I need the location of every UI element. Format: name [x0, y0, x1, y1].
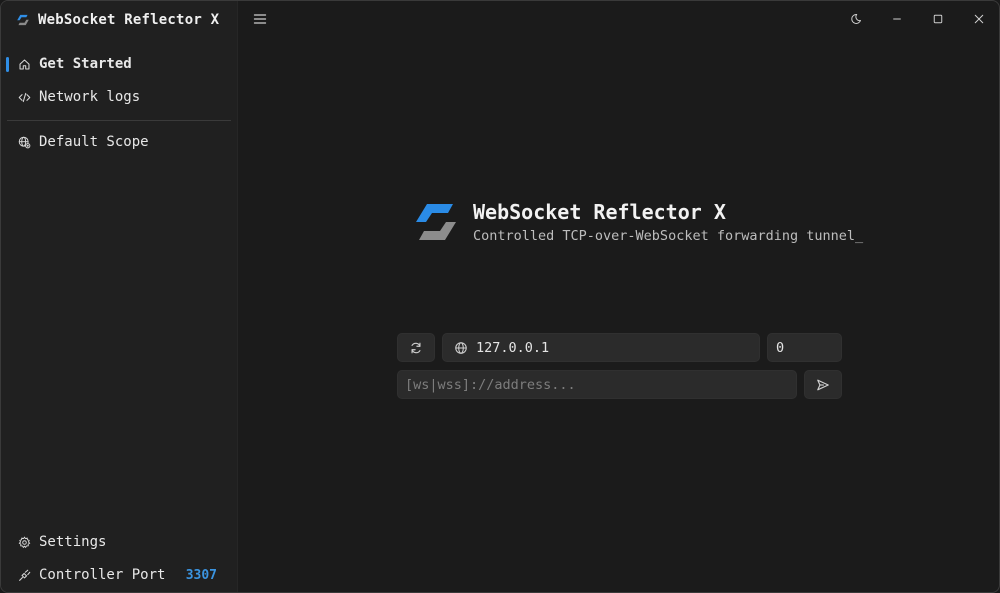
wsrx-logo-icon: [17, 14, 29, 26]
minimize-icon: [893, 18, 901, 20]
app-window: WebSocket Reflector X Get Started Networ…: [0, 0, 1000, 593]
sidebar-item-label: Settings: [39, 534, 107, 550]
minimize-button[interactable]: [882, 6, 912, 32]
maximize-icon: [933, 14, 943, 24]
code-icon: [17, 90, 31, 104]
wsrx-logo-icon: [416, 204, 456, 240]
port-field[interactable]: 0: [767, 333, 842, 362]
sidebar-item-network-logs[interactable]: Network logs: [7, 82, 231, 112]
sidebar-item-label: Default Scope: [39, 134, 149, 150]
sidebar-divider: [7, 120, 231, 121]
port-value: 0: [776, 339, 785, 356]
send-icon: [817, 379, 829, 390]
app-title: WebSocket Reflector X: [16, 9, 219, 31]
controller-port-value: 3307: [185, 567, 217, 583]
gear-icon: [17, 535, 31, 549]
sidebar-item-label: Get Started: [39, 56, 132, 72]
sidebar: WebSocket Reflector X Get Started Networ…: [1, 1, 238, 592]
host-value: 127.0.0.1: [476, 339, 550, 356]
sidebar-item-label: Network logs: [39, 89, 141, 105]
theme-toggle-icon: [851, 14, 861, 24]
hero-subtitle: Controlled TCP-over-WebSocket forwarding…: [473, 228, 864, 244]
hero-text: WebSocket Reflector X Controlled TCP-ove…: [473, 200, 863, 244]
refresh-button[interactable]: [397, 333, 435, 362]
address-input[interactable]: [405, 376, 796, 393]
globe-scope-icon: [17, 135, 31, 149]
send-button[interactable]: [804, 370, 842, 399]
maximize-button[interactable]: [923, 6, 953, 32]
host-field[interactable]: 127.0.0.1: [442, 333, 760, 362]
app-title-text: WebSocket Reflector X: [38, 12, 220, 28]
menu-toggle-button[interactable]: [252, 11, 268, 27]
plug-icon: [17, 568, 31, 582]
hamburger-icon: [253, 14, 267, 24]
sidebar-item-get-started[interactable]: Get Started: [6, 49, 231, 79]
sidebar-item-default-scope[interactable]: Default Scope: [7, 127, 231, 157]
hero-title: WebSocket Reflector X: [473, 200, 726, 224]
sidebar-item-controller-port[interactable]: Controller Port 3307: [7, 560, 231, 590]
address-field[interactable]: [397, 370, 797, 399]
refresh-icon: [411, 342, 421, 353]
theme-toggle-button[interactable]: [841, 6, 871, 32]
close-button[interactable]: [964, 6, 994, 32]
sidebar-item-label: Controller Port: [39, 567, 166, 583]
hero-banner: WebSocket Reflector X Controlled TCP-ove…: [413, 197, 863, 247]
home-icon: [17, 57, 31, 71]
globe-icon: [455, 341, 467, 354]
close-icon: [974, 14, 984, 24]
sidebar-item-settings[interactable]: Settings: [7, 527, 231, 557]
